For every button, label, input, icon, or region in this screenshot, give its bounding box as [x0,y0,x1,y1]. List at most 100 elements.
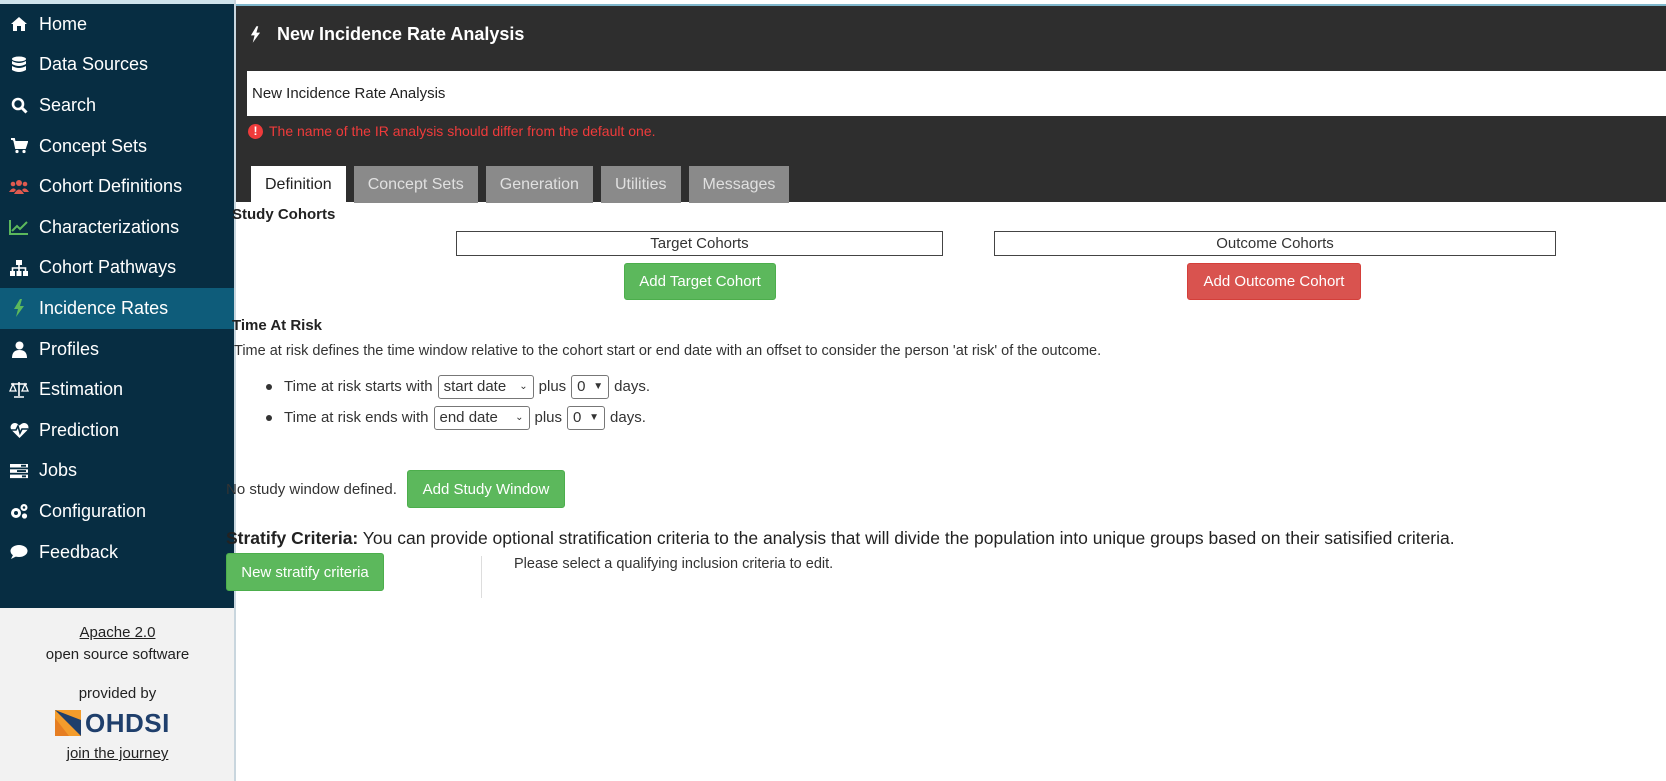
sidebar-item-label: Data Sources [39,54,149,75]
outcome-cohorts-box: Outcome Cohorts [994,231,1556,256]
caret-down-icon: ▼ [589,412,600,423]
tab-definition[interactable]: Definition [251,166,346,203]
sidebar-item-jobs[interactable]: Jobs [0,451,235,492]
sidebar-item-search[interactable]: Search [0,85,235,126]
sidebar: Home Data Sources Search Concept Sets Co… [0,0,235,781]
select-value: end date [439,409,498,426]
sidebar-item-cohort-pathways[interactable]: Cohort Pathways [0,248,235,289]
license-text: open source software [45,646,190,663]
sidebar-item-label: Concept Sets [39,135,148,156]
bullet [266,414,272,421]
new-stratify-criteria-button[interactable]: New stratify criteria [226,553,384,591]
caret-down-icon: ▼ [593,381,604,392]
logo-text: OHDSI [85,707,170,738]
stratify-hint: Please select a qualifying inclusion cri… [514,556,834,572]
sidebar-item-label: Prediction [39,419,120,440]
users-icon [8,177,30,197]
nav-menu: Home Data Sources Search Concept Sets Co… [0,0,235,608]
bolt-icon [250,26,261,43]
license-link[interactable]: Apache 2.0 [0,624,235,641]
sidebar-item-profiles[interactable]: Profiles [0,329,235,370]
balance-scale-icon [8,380,30,400]
sitemap-icon [8,258,30,278]
definition-panel: Study Cohorts Target Cohorts Outcome Coh… [226,202,1666,781]
search-icon [8,95,30,115]
sidebar-item-label: Characterizations [39,216,180,237]
sidebar-item-label: Jobs [39,460,78,481]
sidebar-item-feedback[interactable]: Feedback [0,532,235,573]
tab-concept-sets[interactable]: Concept Sets [353,166,478,203]
ohdsi-logo-mark [55,710,81,736]
time-at-risk-description: Time at risk defines the time window rel… [234,343,1102,359]
sidebar-item-home[interactable]: Home [0,4,235,45]
select-value: 0 [577,378,586,395]
stratify-divider [481,556,482,598]
sidebar-item-characterizations[interactable]: Characterizations [0,207,235,248]
database-icon [8,55,30,75]
time-at-risk-heading: Time At Risk [232,317,323,334]
provided-by-text: provided by [78,685,157,702]
add-study-window-button[interactable]: Add Study Window [407,470,565,508]
heartbeat-icon [8,420,30,440]
tar-end-date-select[interactable]: end date ⌄ [433,405,530,430]
tar-start-row: Time at risk starts with start date ⌄ pl… [266,371,650,402]
tar-end-prefix: Time at risk ends with [284,409,429,426]
sidebar-item-label: Incidence Rates [39,297,169,318]
select-value: start date [443,378,507,395]
select-value: 0 [573,409,582,426]
plus-label: plus [534,409,563,426]
sidebar-item-data-sources[interactable]: Data Sources [0,45,235,86]
sidebar-item-incidence-rates[interactable]: Incidence Rates [0,288,235,329]
error-icon: ! [248,123,263,139]
sidebar-item-configuration[interactable]: Configuration [0,491,235,532]
study-cohorts-heading: Study Cohorts [232,206,336,223]
tar-start-date-select[interactable]: start date ⌄ [437,374,534,399]
cart-icon [8,136,30,156]
validation-text: The name of the IR analysis should diffe… [269,123,656,139]
tar-end-row: Time at risk ends with end date ⌄ plus 0… [266,402,650,433]
sidebar-item-label: Home [39,13,88,34]
validation-message: ! The name of the IR analysis should dif… [248,123,656,139]
stratify-description: You can provide optional stratification … [358,528,1455,548]
title-row: New Incidence Rate Analysis [250,24,524,45]
bolt-icon [8,298,30,318]
add-target-cohort-button[interactable]: Add Target Cohort [624,263,776,300]
ohdsi-logo: OHDSI [55,708,170,738]
sidebar-item-label: Profiles [39,338,100,359]
tab-utilities[interactable]: Utilities [600,166,681,203]
sidebar-item-label: Configuration [39,500,147,521]
days-label: days. [610,409,646,426]
bullet [266,383,272,390]
sidebar-item-label: Search [39,94,97,115]
stratify-criteria-text: Stratify Criteria: You can provide optio… [226,528,1455,549]
sidebar-item-prediction[interactable]: Prediction [0,410,235,451]
sidebar-item-label: Feedback [39,541,119,562]
sidebar-item-concept-sets[interactable]: Concept Sets [0,126,235,167]
tab-bar: Definition Concept Sets Generation Utili… [251,166,797,203]
tar-start-prefix: Time at risk starts with [284,378,433,395]
sidebar-item-label: Estimation [39,379,124,400]
days-label: days. [614,378,651,395]
join-journey-link[interactable]: join the journey [0,745,235,762]
sidebar-item-cohort-definitions[interactable]: Cohort Definitions [0,166,235,207]
sidebar-footer: Apache 2.0 open source software provided… [0,608,235,781]
page-title: New Incidence Rate Analysis [277,24,525,44]
sidebar-item-estimation[interactable]: Estimation [0,369,235,410]
home-icon [8,14,30,34]
page-header: New Incidence Rate Analysis ! The name o… [236,4,1666,203]
no-study-window-text: No study window defined. [226,481,397,498]
comment-icon [8,542,30,562]
stratify-label: Stratify Criteria: [226,528,359,548]
analysis-name-input[interactable] [247,71,1666,116]
sidebar-item-label: Cohort Pathways [39,257,177,278]
plus-label: plus [538,378,567,395]
time-at-risk-list: Time at risk starts with start date ⌄ pl… [266,371,650,433]
tab-messages[interactable]: Messages [688,166,790,203]
chevron-down-icon: ⌄ [515,412,524,423]
add-outcome-cohort-button[interactable]: Add Outcome Cohort [1187,263,1361,300]
tar-start-offset-select[interactable]: 0 ▼ [571,374,610,399]
tab-generation[interactable]: Generation [485,166,593,203]
tasks-icon [8,461,30,481]
tar-end-offset-select[interactable]: 0 ▼ [567,405,606,430]
line-chart-icon [8,217,30,237]
